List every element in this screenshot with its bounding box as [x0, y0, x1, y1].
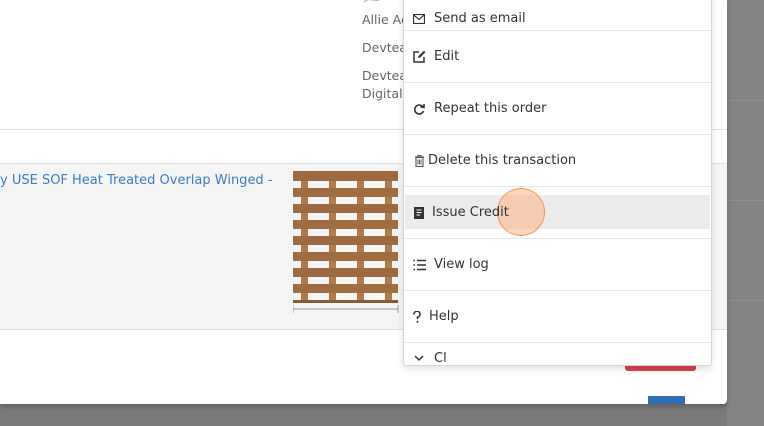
edit-icon — [412, 50, 426, 64]
menu-item-label: Delete this transaction — [428, 153, 577, 168]
menu-item-issue-credit[interactable]: Issue Credit — [404, 186, 711, 238]
envelope-icon — [412, 12, 426, 26]
company-line: Devtea — [362, 68, 407, 83]
redo-icon — [412, 102, 426, 116]
menu-item-label: Issue Credit — [432, 205, 509, 220]
chevron-down-icon — [412, 351, 426, 365]
menu-item-label: Edit — [434, 49, 460, 64]
list-icon — [412, 258, 426, 272]
menu-item-repeat-order[interactable]: Repeat this order — [404, 82, 711, 134]
menu-item-label: View log — [434, 257, 489, 272]
menu-item-help[interactable]: Help — [404, 290, 711, 342]
menu-item-label: Cl — [434, 351, 447, 366]
menu-item-label: Send as email — [434, 11, 526, 26]
credit-note-icon — [412, 206, 426, 220]
menu-item-delete-transaction[interactable]: Delete this transaction — [404, 134, 711, 186]
product-link[interactable]: y USE SOF Heat Treated Overlap Winged - — [0, 173, 273, 188]
company-line: Devtea — [362, 40, 407, 55]
trash-icon — [412, 154, 426, 168]
primary-button[interactable] — [648, 396, 685, 404]
question-icon — [412, 310, 421, 324]
background-page — [727, 0, 764, 426]
signature-image — [363, 0, 381, 3]
menu-item-close[interactable]: Cl — [404, 342, 711, 366]
menu-item-label: Repeat this order — [434, 101, 547, 116]
contact-name: Allie Ac — [362, 12, 408, 27]
menu-item-label: Help — [429, 309, 459, 324]
actions-dropdown-menu: Send as email Edit Repeat this order Del… — [403, 0, 712, 366]
wooden-pallet-image — [293, 171, 399, 313]
menu-item-view-log[interactable]: View log — [404, 238, 711, 290]
menu-item-edit[interactable]: Edit — [404, 30, 711, 82]
menu-item-send-email[interactable]: Send as email — [404, 0, 711, 30]
